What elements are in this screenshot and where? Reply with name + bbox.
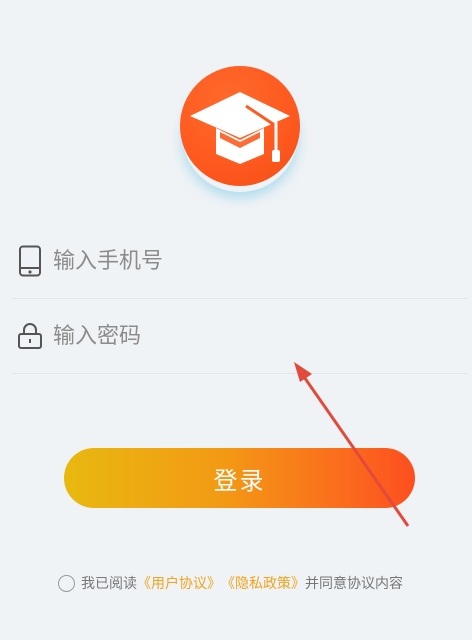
login-page: 登录 我已阅读 《用户协议》 《隐私政策》 并同意协议内容 <box>0 0 472 640</box>
agreement-row: 我已阅读 《用户协议》 《隐私政策》 并同意协议内容 <box>58 570 403 596</box>
password-input[interactable] <box>53 316 433 356</box>
login-button[interactable]: 登录 <box>64 448 415 508</box>
graduation-cap-icon <box>190 92 290 164</box>
agreement-checkbox[interactable] <box>58 574 75 592</box>
privacy-policy-link[interactable]: 《隐私政策》 <box>221 573 305 593</box>
phone-icon <box>15 245 45 277</box>
agreement-prefix: 我已阅读 <box>81 576 137 592</box>
user-agreement-link[interactable]: 《用户协议》 <box>137 573 221 593</box>
agreement-suffix: 并同意协议内容 <box>305 576 403 592</box>
app-logo <box>180 66 300 186</box>
phone-field-row <box>12 224 468 299</box>
lock-icon <box>15 321 45 351</box>
phone-input[interactable] <box>53 241 433 281</box>
password-field-row <box>12 299 468 374</box>
